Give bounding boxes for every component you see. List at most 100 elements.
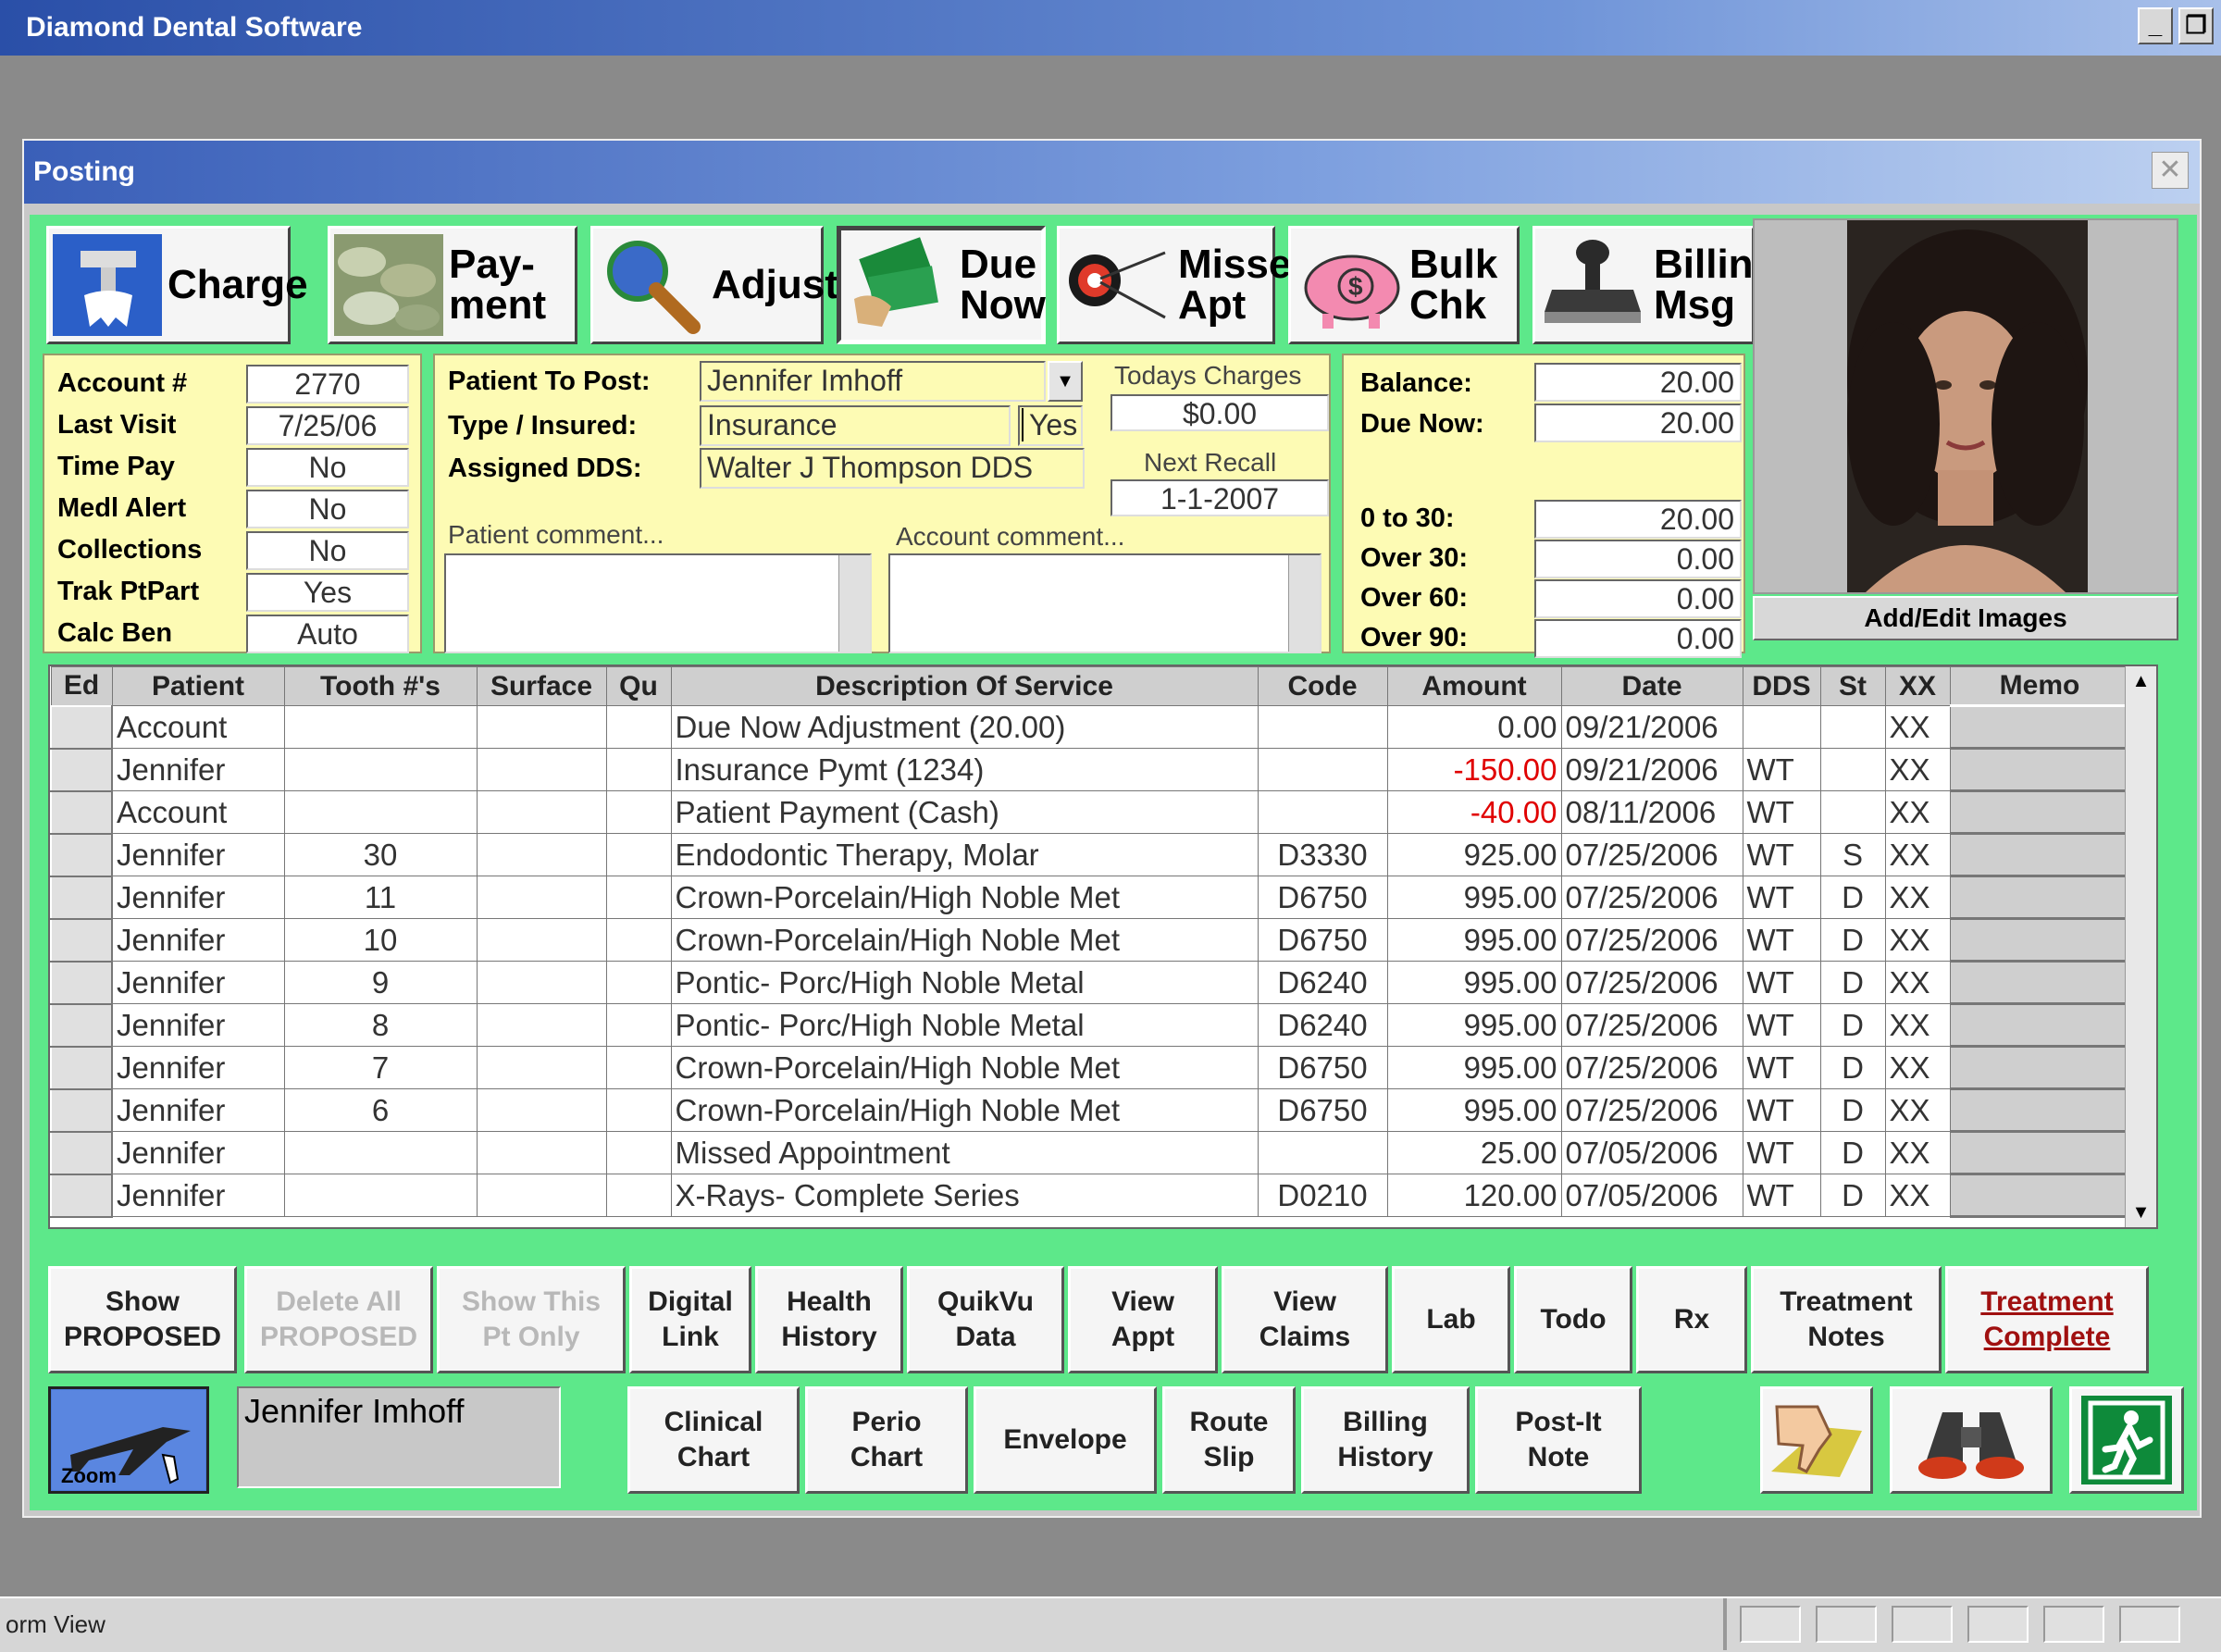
toolbar-button-missedapt[interactable]: Missed Apt [1057, 226, 1316, 344]
column-header[interactable]: Tooth #'s [283, 666, 478, 706]
bottom-button-perio-chart[interactable]: Perio Chart [805, 1386, 968, 1494]
patient-comment-scrollbar[interactable] [838, 555, 870, 652]
column-header[interactable]: St [1819, 666, 1886, 706]
bottom-button-billing-history[interactable]: Billing History [1301, 1386, 1470, 1494]
account-field-value[interactable]: No [246, 531, 409, 570]
toolbar-button-charge[interactable]: Charge [46, 226, 308, 344]
column-header[interactable]: Amount [1386, 666, 1562, 706]
table-row[interactable]: Jennifer Insurance Pymt (1234) -150.00 09/2… [50, 747, 2130, 792]
table-row[interactable]: Jennifer 30 Endodontic Therapy, Molar D3330… [50, 832, 2130, 877]
table-row[interactable]: Jennifer 8 Pontic- Porc/High Noble Metal D6… [50, 1002, 2130, 1048]
account-field-value[interactable]: No [246, 490, 409, 528]
row-memo-cell[interactable] [1949, 832, 2130, 877]
row-edit-cell[interactable] [50, 1087, 113, 1133]
minimize-button[interactable]: _ [2138, 7, 2173, 44]
account-field-value[interactable]: Auto [246, 615, 409, 653]
patient-dropdown-arrow-icon[interactable]: ▼ [1048, 361, 1083, 402]
row-edit-cell[interactable] [50, 747, 113, 792]
scroll-down-icon[interactable]: ▼ [2126, 1198, 2156, 1227]
row-memo-cell[interactable] [1949, 747, 2130, 792]
add-edit-images-button[interactable]: Add/Edit Images [1753, 596, 2178, 640]
bottom-button-clinical-chart[interactable]: Clinical Chart [627, 1386, 800, 1494]
row-edit-cell[interactable] [50, 917, 113, 963]
row-memo-cell[interactable] [1949, 1045, 2130, 1090]
row-edit-cell[interactable] [50, 1045, 113, 1090]
bottom-button-digital-link[interactable]: Digital Link [629, 1266, 751, 1373]
account-comment-textarea[interactable] [888, 553, 1321, 653]
row-edit-cell[interactable] [50, 1002, 113, 1048]
column-header[interactable]: Date [1560, 666, 1743, 706]
row-memo-cell[interactable] [1949, 1173, 2130, 1218]
zoom-button[interactable]: Zoom [48, 1386, 209, 1494]
thumbs-down-button[interactable] [1760, 1386, 1873, 1494]
grid-vertical-scrollbar[interactable]: ▲ ▼ [2125, 666, 2156, 1227]
column-header[interactable]: Description Of Service [670, 666, 1259, 706]
account-field-value[interactable]: 2770 [246, 365, 409, 404]
table-row[interactable]: Jennifer 7 Crown-Porcelain/High Noble Met D… [50, 1045, 2130, 1090]
column-header[interactable]: Code [1257, 666, 1388, 706]
table-row[interactable]: Account Due Now Adjustment (20.00) 0.00 09/… [50, 704, 2130, 750]
row-memo-cell[interactable] [1949, 1002, 2130, 1048]
exit-button[interactable] [2069, 1386, 2184, 1494]
restore-button[interactable]: ❐ [2178, 7, 2214, 44]
next-recall-field[interactable]: 1-1-2007 [1110, 479, 1329, 516]
account-field-value[interactable]: 7/25/06 [246, 406, 409, 445]
column-header[interactable]: Memo [1949, 666, 2130, 706]
row-edit-cell[interactable] [50, 1130, 113, 1175]
bottom-button-lab[interactable]: Lab [1392, 1266, 1510, 1373]
bottom-button-envelope[interactable]: Envelope [974, 1386, 1157, 1494]
binoculars-button[interactable] [1890, 1386, 2053, 1494]
row-memo-cell[interactable] [1949, 875, 2130, 920]
column-header[interactable]: Surface [476, 666, 607, 706]
scroll-up-icon[interactable]: ▲ [2126, 666, 2156, 696]
table-row[interactable]: Jennifer X-Rays- Complete Series D0210 120.… [50, 1173, 2130, 1218]
table-row[interactable]: Jennifer 11 Crown-Porcelain/High Noble Met… [50, 875, 2130, 920]
toolbar-button-duenow[interactable]: Due Now [837, 226, 1046, 344]
row-memo-cell[interactable] [1949, 1130, 2130, 1175]
bottom-button-health-history[interactable]: Health History [755, 1266, 903, 1373]
table-row[interactable]: Jennifer 10 Crown-Porcelain/High Noble Met… [50, 917, 2130, 963]
column-header[interactable]: DDS [1742, 666, 1821, 706]
toolbar-button-billingmsg[interactable]: Billing Msg [1532, 226, 1778, 344]
row-edit-cell[interactable] [50, 875, 113, 920]
row-memo-cell[interactable] [1949, 960, 2130, 1005]
table-row[interactable]: Jennifer 9 Pontic- Porc/High Noble Metal D6… [50, 960, 2130, 1005]
bottom-button-route-slip[interactable]: Route Slip [1162, 1386, 1296, 1494]
bottom-button-post-it-note[interactable]: Post-It Note [1475, 1386, 1642, 1494]
bottom-button-treatment-notes[interactable]: Treatment Notes [1751, 1266, 1942, 1373]
row-edit-cell[interactable] [50, 789, 113, 835]
row-edit-cell[interactable] [50, 832, 113, 877]
row-memo-cell[interactable] [1949, 1087, 2130, 1133]
row-memo-cell[interactable] [1949, 704, 2130, 750]
bottom-button-quikvu-data[interactable]: QuikVu Data [907, 1266, 1064, 1373]
table-row[interactable]: Jennifer Missed Appointment 25.00 07/05/200… [50, 1130, 2130, 1175]
row-memo-cell[interactable] [1949, 789, 2130, 835]
account-comment-scrollbar[interactable] [1288, 555, 1320, 652]
row-edit-cell[interactable] [50, 960, 113, 1005]
table-row[interactable]: Jennifer 6 Crown-Porcelain/High Noble Met D… [50, 1087, 2130, 1133]
bottom-button-view-claims[interactable]: View Claims [1222, 1266, 1388, 1373]
patient-to-post-select[interactable]: Jennifer Imhoff [700, 361, 1046, 402]
patient-photo[interactable] [1753, 218, 2178, 594]
column-header[interactable]: Patient [111, 666, 285, 706]
type-insured-field[interactable]: Insurance [700, 405, 1011, 446]
table-row[interactable]: Account Patient Payment (Cash) -40.00 08/11… [50, 789, 2130, 835]
bottom-button-treatment-complete[interactable]: Treatment Complete [1945, 1266, 2149, 1373]
row-edit-cell[interactable] [50, 1173, 113, 1218]
patient-comment-textarea[interactable] [444, 553, 872, 653]
toolbar-button-adjust[interactable]: Adjust [590, 226, 838, 344]
posting-close-button[interactable]: ✕ [2152, 152, 2189, 189]
toolbar-button-payment[interactable]: Pay- ment [328, 226, 577, 344]
column-header[interactable]: Ed [50, 666, 113, 706]
assigned-dds-field[interactable]: Walter J Thompson DDS [700, 448, 1085, 489]
insured-yes-field[interactable]: Yes [1018, 405, 1083, 446]
column-header[interactable]: XX [1884, 666, 1951, 706]
bottom-button-show-proposed[interactable]: Show PROPOSED [48, 1266, 237, 1373]
account-field-value[interactable]: Yes [246, 573, 409, 612]
row-memo-cell[interactable] [1949, 917, 2130, 963]
bottom-button-rx[interactable]: Rx [1636, 1266, 1747, 1373]
column-header[interactable]: Qu [605, 666, 672, 706]
bottom-button-view-appt[interactable]: View Appt [1068, 1266, 1218, 1373]
toolbar-button-bulkchk[interactable]: $ Bulk Chk [1288, 226, 1520, 344]
bottom-button-todo[interactable]: Todo [1514, 1266, 1632, 1373]
